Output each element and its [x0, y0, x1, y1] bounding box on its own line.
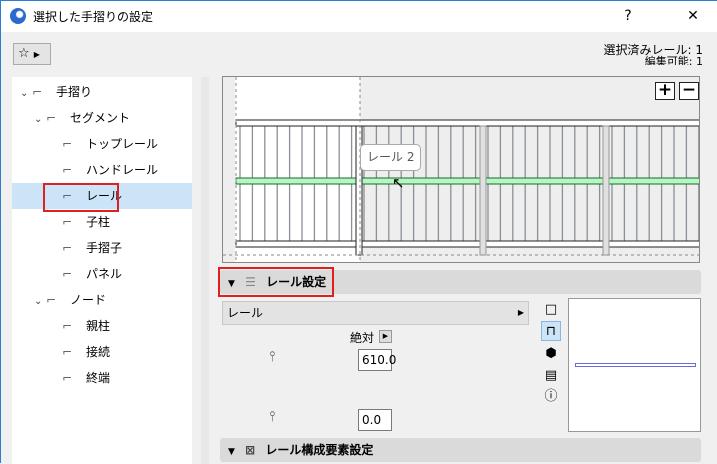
elevation-view-icon[interactable]: ▤ [541, 366, 561, 386]
rail-type-value: レール [227, 306, 264, 320]
favorites-button[interactable]: ☆ ▶ [13, 43, 51, 65]
end-icon: ⌐ [62, 371, 73, 385]
info-icon[interactable]: ⓘ [541, 387, 561, 407]
railing-star-icon: ☆ [18, 46, 30, 61]
tree-item[interactable]: ⌄ ⌐ ノード [12, 287, 192, 313]
tree-item[interactable]: ⌐ 終端 [12, 365, 192, 391]
tree-item-label: 手摺り [56, 85, 93, 99]
chevron-down-icon[interactable]: ⌄ [34, 107, 46, 133]
post [602, 125, 610, 256]
rail-settings-header[interactable]: ▼ ☰ レール設定 [218, 267, 701, 297]
tree-item-label: パネル [86, 267, 123, 281]
rail-components-title: レール構成要素設定 [265, 443, 374, 457]
reference-label: 絶対 [350, 331, 375, 345]
app-logo-icon [10, 8, 26, 24]
tree-item-label: 終端 [86, 371, 111, 385]
rail-2-highlighted [235, 177, 699, 185]
inner-post-icon: ⌐ [62, 215, 73, 229]
offset-input[interactable]: 0.0 [358, 409, 392, 431]
close-button[interactable]: ✕ [671, 1, 715, 32]
bottom-rail [235, 240, 699, 248]
triangle-right-icon: ▶ [33, 50, 40, 59]
rail-preview[interactable]: + − レール 2 ↖ [222, 76, 700, 263]
post-icon: ⌐ [62, 319, 73, 333]
tree-item[interactable]: ⌐ 子柱 [12, 209, 192, 235]
tree-item[interactable]: ⌐ 親柱 [12, 313, 192, 339]
baluster-icon: ⌐ [62, 241, 73, 255]
height-input[interactable]: 610.0 [358, 349, 396, 371]
panel-icon: ⌐ [62, 267, 73, 281]
railing-elevation [223, 77, 699, 262]
window-title: 選択した手摺りの設定 [33, 10, 154, 24]
chevron-down-icon[interactable]: ⌄ [20, 81, 32, 107]
section-view-icon[interactable]: ⊓ [541, 321, 561, 341]
zoom-in-button[interactable]: + [655, 82, 675, 100]
rail-tooltip: レール 2 [360, 144, 422, 171]
connection-icon: ⌐ [62, 345, 73, 359]
tree-item[interactable]: ⌐ パネル [12, 261, 192, 287]
cursor-icon: ↖ [392, 174, 405, 192]
tree-item-label: ノード [70, 293, 107, 307]
tree-item-label: 親柱 [86, 319, 111, 333]
tree-item[interactable]: ⌐ 接続 [12, 339, 192, 365]
tree-item[interactable]: ⌐ トップレール [12, 131, 192, 157]
top-rail-icon: ⌐ [62, 137, 73, 151]
reference-menu-button[interactable]: ▶ [379, 330, 392, 343]
help-button[interactable]: ? [606, 1, 650, 32]
node-icon: ⌐ [46, 293, 57, 307]
zoom-out-button[interactable]: − [679, 82, 699, 100]
collapse-triangle-icon: ▼ [228, 447, 235, 457]
selected-segment-bg [235, 77, 360, 262]
tree-item-label: セグメント [70, 111, 131, 125]
post [479, 125, 487, 256]
tree-item[interactable]: ⌐ ハンドレール [12, 157, 192, 183]
plan-view-icon[interactable]: □ [541, 300, 561, 320]
tree-item-label: トップレール [86, 137, 159, 151]
railing-icon: ⌐ [32, 85, 43, 99]
tree-item-label: 手摺子 [86, 241, 123, 255]
height-icon: ⫯ [269, 349, 276, 365]
settings-tree: ⌄ ⌐ 手摺り ⌄ ⌐ セグメント ⌐ トップレール ⌐ ハンドレール ⌐ レール ⌐ 子柱 ⌐ 手摺子 ⌐ パネ… [12, 77, 192, 464]
tree-item[interactable]: ⌄ ⌐ 手摺り [12, 79, 192, 105]
rail-section-shape [575, 363, 696, 367]
tree-item[interactable]: ⌐ レール [12, 183, 192, 212]
segment-icon: ⌐ [46, 111, 57, 125]
components-icon: ⊠ [245, 443, 256, 457]
top-rail [235, 119, 699, 127]
3d-view-icon[interactable]: ⬢ [541, 344, 561, 364]
splitter[interactable] [201, 77, 209, 464]
section-preview [568, 298, 701, 432]
rail-components-header[interactable]: ▼ ⊠ レール構成要素設定 [220, 438, 701, 462]
tree-item-label: 接続 [86, 345, 111, 359]
triangle-right-icon: ▶ [517, 308, 524, 317]
tree-item-label: ハンドレール [86, 163, 159, 177]
tree-item[interactable]: ⌐ 手摺子 [12, 235, 192, 261]
rail-type-dropdown[interactable]: レール ▶ [222, 301, 529, 325]
chevron-down-icon[interactable]: ⌄ [34, 289, 46, 315]
handrail-icon: ⌐ [62, 163, 73, 177]
title-bar: 選択した手摺りの設定 ? ✕ [1, 1, 717, 32]
tree-item[interactable]: ⌄ ⌐ セグメント [12, 105, 192, 131]
tree-item-label: 子柱 [86, 215, 111, 229]
offset-icon: ⫯ [269, 409, 276, 425]
editable-count: 編集可能: 1 [644, 55, 703, 65]
